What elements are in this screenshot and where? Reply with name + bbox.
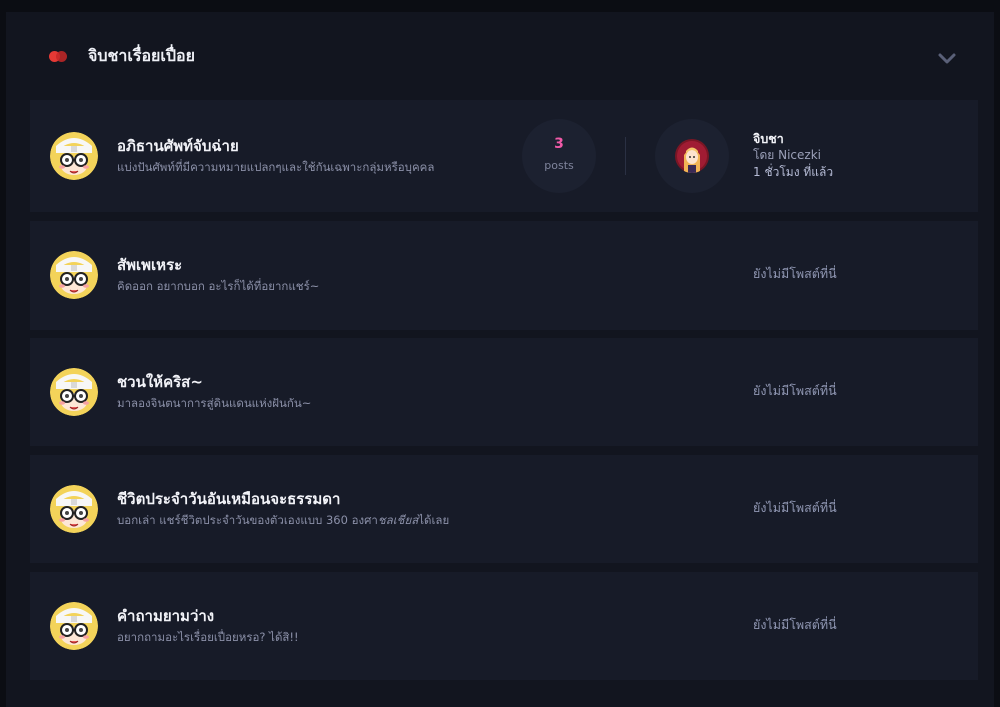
category-header: จิบชาเรื่อยเปื่อย	[6, 12, 994, 100]
posts-count: 3	[554, 136, 564, 152]
forum-description: แบ่งปันศัพท์ที่มีความหมายแปลกๆและใช้กันเ…	[117, 160, 435, 174]
forum-description: บอกเล่า แชร์ชีวิตประจำวันของตัวเองแบบ 36…	[117, 512, 449, 528]
no-posts-text: ยังไม่มีโพสต์ที่นี่	[753, 266, 837, 281]
forum-avatar-icon	[50, 132, 98, 180]
forum-title[interactable]: คำถามยามว่าง	[117, 606, 214, 626]
forum-title[interactable]: สัพเพเหระ	[117, 255, 182, 275]
last-post-title[interactable]: จิบชา	[753, 130, 833, 147]
forum-avatar-icon	[50, 485, 98, 533]
forum-description: อยากถามอะไรเรื่อยเปื่อยหรอ? ได้สิ!!	[117, 630, 299, 644]
no-posts-text: ยังไม่มีโพสต์ที่นี่	[753, 617, 837, 632]
forum-avatar-icon	[50, 368, 98, 416]
forum-description-post: ได้เลย	[418, 513, 450, 527]
last-post-author[interactable]: Nicezki	[778, 148, 821, 162]
forum-title[interactable]: ชีวิตประจำวันอันเหมือนจะธรรมดา	[117, 489, 340, 509]
forum-row-imagination[interactable]: ชวนให้คริส~ มาลองจินตนาการสู่ดินแดนแห่งฝ…	[30, 338, 978, 446]
no-posts-text: ยังไม่มีโพสต์ที่นี่	[753, 500, 837, 515]
forum-avatar-icon	[50, 251, 98, 299]
forum-title[interactable]: ชวนให้คริส~	[117, 372, 203, 392]
no-posts-text: ยังไม่มีโพสต์ที่นี่	[753, 383, 837, 398]
chevron-down-icon[interactable]	[936, 47, 958, 69]
category-title[interactable]: จิบชาเรื่อยเปื่อย	[88, 42, 195, 70]
forum-row-questions[interactable]: คำถามยามว่าง อยากถามอะไรเรื่อยเปื่อยหรอ?…	[30, 572, 978, 680]
forum-description: มาลองจินตนาการสู่ดินแดนแห่งฝันกัน~	[117, 396, 312, 410]
forum-row-glossary[interactable]: อภิธานศัพท์จับฉ่าย แบ่งปันศัพท์ที่มีความ…	[30, 100, 978, 212]
forum-title[interactable]: อภิธานศัพท์จับฉ่าย	[117, 136, 239, 156]
forum-category-panel: จิบชาเรื่อยเปื่อย อภิธานศัพท์จับฉ่าย แบ่…	[6, 12, 994, 707]
forum-row-daily-life[interactable]: ชีวิตประจำวันอันเหมือนจะธรรมดา บอกเล่า แ…	[30, 455, 978, 563]
last-poster-avatar[interactable]	[675, 139, 709, 173]
last-post-time: 1 ชั่วโมง ที่แล้ว	[753, 165, 834, 179]
forum-avatar-icon	[50, 602, 98, 650]
last-poster-avatar-ring	[655, 119, 729, 193]
divider	[625, 137, 626, 175]
last-post-author-line: โดย Nicezki	[753, 147, 833, 164]
forum-description: คิดออก อยากบอก อะไรก็ได้ที่อยากแชร์~	[117, 279, 320, 293]
category-color-icon	[49, 51, 67, 62]
last-post-info: จิบชา โดย Nicezki 1 ชั่วโมง ที่แล้ว	[753, 130, 833, 181]
posts-label: posts	[544, 159, 574, 172]
forum-description-pre: บอกเล่า แชร์ชีวิตประจำวันของตัวเองแบบ 36…	[117, 513, 378, 527]
last-post-by-prefix: โดย	[753, 148, 775, 162]
posts-count-badge: 3 posts	[522, 119, 596, 193]
forum-description-em: ชลเชียส	[377, 513, 419, 527]
forum-row-misc[interactable]: สัพเพเหระ คิดออก อยากบอก อะไรก็ได้ที่อยา…	[30, 221, 978, 330]
